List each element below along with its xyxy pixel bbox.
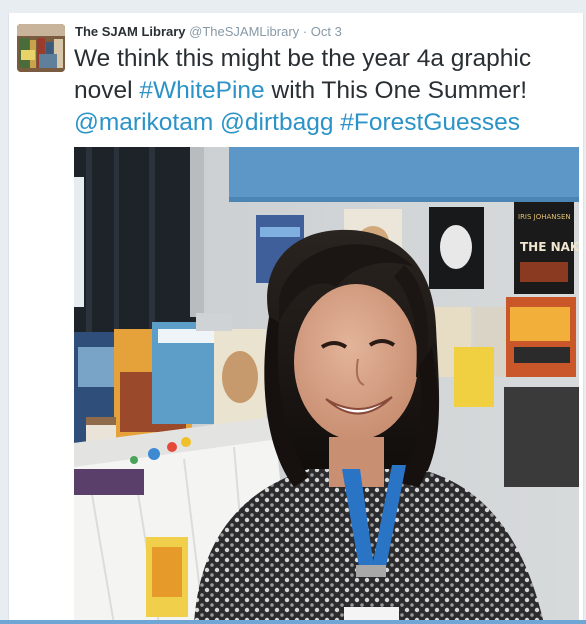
- mention-link[interactable]: @marikotam: [74, 109, 213, 136]
- screen-name[interactable]: @TheSJAMLibrary: [189, 24, 299, 39]
- hashtag-link[interactable]: #ForestGuesses: [340, 109, 520, 136]
- tweet-card[interactable]: The SJAM Library @TheSJAMLibrary · Oct 3…: [8, 13, 584, 624]
- tweet-header: The SJAM Library @TheSJAMLibrary · Oct 3: [75, 23, 342, 41]
- separator-dot: ·: [302, 24, 308, 39]
- tweet-text: We think this might be the year 4a graph…: [74, 43, 579, 139]
- svg-text:IRIS JOHANSEN: IRIS JOHANSEN: [518, 213, 571, 221]
- hashtag-link[interactable]: #WhitePine: [139, 77, 264, 104]
- tweet-text-part: with This One Summer!: [264, 77, 528, 104]
- book-title: THE NAKED EYE: [520, 240, 579, 254]
- avatar[interactable]: [17, 24, 65, 72]
- timeline-background: The SJAM Library @TheSJAMLibrary · Oct 3…: [0, 0, 586, 624]
- mention-link[interactable]: @dirtbagg: [220, 109, 333, 136]
- bottom-bar: [0, 620, 586, 624]
- display-name[interactable]: The SJAM Library: [75, 24, 186, 39]
- timestamp[interactable]: Oct 3: [311, 24, 342, 39]
- tweet-photo[interactable]: IRIS JOHANSEN THE NAKED EYE: [74, 147, 579, 624]
